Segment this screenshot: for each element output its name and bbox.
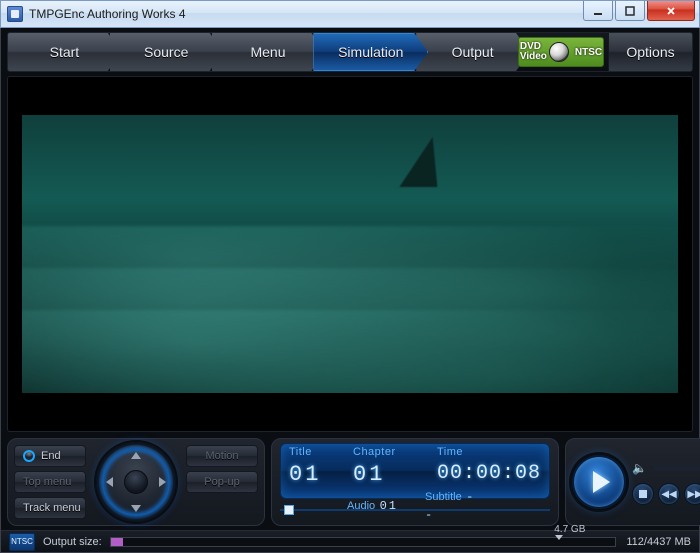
options-button[interactable]: Options (608, 33, 692, 71)
nav-step-label: Menu (250, 44, 285, 60)
nav-step-label: Simulation (338, 44, 403, 60)
video-preview[interactable] (22, 115, 678, 393)
window-title: TMPGEnc Authoring Works 4 (29, 7, 186, 21)
seek-bar[interactable] (280, 503, 550, 517)
nav-step-source[interactable]: Source (110, 33, 224, 71)
nav-steps: Start Source Menu Simulation Output DVD … (7, 32, 693, 72)
maximize-icon (625, 6, 635, 16)
chapter-label: Chapter (353, 446, 431, 462)
window-minimize-button[interactable] (583, 1, 613, 21)
volume-slider[interactable] (653, 466, 700, 470)
status-disc-standard: NTSC (11, 537, 33, 546)
dpad-left[interactable] (106, 477, 113, 487)
mute-icon[interactable]: 🔈 (632, 461, 647, 475)
disc-format-line2: Video (520, 52, 547, 62)
dpad-up[interactable] (131, 452, 141, 459)
volume-control[interactable]: 🔈 🔊 (632, 459, 700, 477)
nav-step-output[interactable]: Output (416, 33, 530, 71)
output-capacity-label: 4.7 GB (554, 524, 585, 535)
capacity-arrow-icon (555, 535, 563, 540)
track-menu-button[interactable]: Track menu (14, 497, 86, 519)
title-label: Title (289, 446, 347, 462)
window-titlebar: TMPGEnc Authoring Works 4 (0, 0, 700, 28)
motion-label: Motion (205, 450, 238, 462)
popup-label: Pop-up (204, 476, 239, 488)
time-value: 00:00:08 (437, 462, 541, 487)
output-size-bar: 4.7 GB (110, 537, 617, 547)
minimize-icon (593, 6, 603, 16)
chapter-value: 01 (353, 462, 431, 487)
status-bar: NTSC Output size: 4.7 GB 112/4437 MB (1, 530, 699, 552)
disc-standard-label: NTSC (575, 47, 602, 58)
playback-info-panel: Title Chapter Time 01 01 00:00:08 Audio … (271, 438, 559, 526)
title-value: 01 (289, 462, 347, 487)
seek-track (280, 509, 550, 511)
output-size-label: Output size: (43, 536, 102, 548)
status-disc-badge: NTSC (9, 533, 35, 551)
memory-usage: 112/4437 MB (626, 536, 691, 548)
subtitle-label: Subtitle (425, 491, 462, 503)
window-maximize-button[interactable] (615, 1, 645, 21)
prev-button[interactable]: ◀◀ (658, 483, 680, 505)
end-button[interactable]: End (14, 445, 86, 467)
simulation-nav-panel: End Motion Top menu Pop-up Track menu (7, 438, 265, 526)
video-stage (7, 76, 693, 432)
stop-icon (639, 490, 647, 498)
app-body: Start Source Menu Simulation Output DVD … (0, 28, 700, 553)
app-icon (7, 6, 23, 22)
nav-step-label: Output (452, 44, 494, 60)
nav-step-start[interactable]: Start (8, 33, 122, 71)
top-menu-label: Top menu (23, 476, 71, 488)
disc-icon (549, 42, 569, 62)
control-panel: End Motion Top menu Pop-up Track menu Ti… (7, 438, 693, 526)
seek-knob[interactable] (284, 505, 294, 515)
top-menu-button[interactable]: Top menu (14, 471, 86, 493)
disc-format-badge[interactable]: DVD Video NTSC (518, 37, 604, 67)
dpad[interactable] (94, 440, 178, 524)
dpad-down[interactable] (131, 505, 141, 512)
close-icon (666, 6, 676, 16)
playback-controls-panel: 🔈 🔊 ◀◀ ▶▶ ♪ ∅ (565, 438, 700, 526)
popup-button[interactable]: Pop-up (186, 471, 258, 493)
nav-step-label: Start (50, 44, 80, 60)
play-button[interactable] (572, 455, 626, 509)
dpad-right[interactable] (159, 477, 166, 487)
nav-step-menu[interactable]: Menu (212, 33, 326, 71)
motion-button[interactable]: Motion (186, 445, 258, 467)
info-lcd: Title Chapter Time 01 01 00:00:08 Audio … (280, 443, 550, 499)
track-menu-label: Track menu (23, 502, 81, 514)
preview-graphic (400, 137, 443, 187)
output-size-fill (111, 538, 124, 546)
nav-step-simulation[interactable]: Simulation (313, 33, 428, 71)
next-icon: ▶▶ (687, 489, 700, 500)
next-button[interactable]: ▶▶ (684, 483, 700, 505)
stop-button[interactable] (632, 483, 654, 505)
end-label: End (41, 450, 61, 462)
time-label: Time (437, 446, 541, 462)
prev-icon: ◀◀ (661, 489, 676, 500)
options-label: Options (626, 44, 674, 60)
nav-step-label: Source (144, 44, 188, 60)
window-close-button[interactable] (647, 1, 695, 21)
